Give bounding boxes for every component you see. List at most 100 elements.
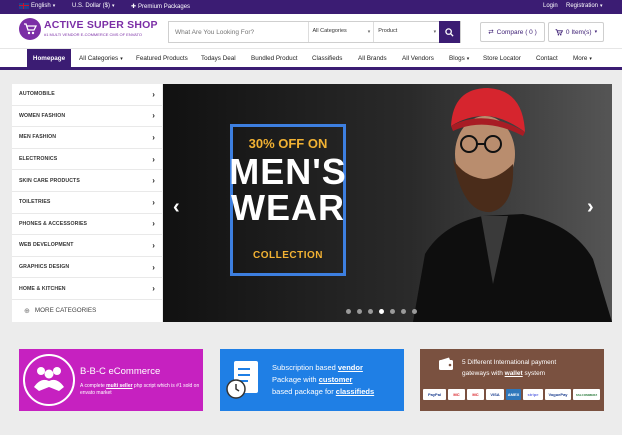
banner-subscription[interactable]: Subscription based vendor Package with c… <box>220 349 404 411</box>
nav-item-homepage[interactable]: Homepage <box>27 49 71 68</box>
nav-item-featured-products[interactable]: Featured Products <box>136 49 188 68</box>
nav-item-todays-deal[interactable]: Todays Deal <box>201 49 236 68</box>
type-select[interactable]: Product ▾ <box>373 22 439 42</box>
sidebar-item-label: SKIN CARE PRODUCTS <box>19 177 80 184</box>
sidebar-item-toiletries[interactable]: TOILETRIES › <box>12 192 162 214</box>
slider-prev-icon[interactable]: ‹ <box>173 196 180 219</box>
nav-label: Blogs <box>449 55 465 62</box>
nav-item-blogs[interactable]: Blogs ▾ <box>449 49 469 68</box>
currency-label: U.S. Dollar ($) <box>72 3 111 9</box>
more-categories-button[interactable]: ⊕ MORE CATEGORIES <box>12 300 162 322</box>
nav-item-all-brands[interactable]: All Brands <box>358 49 387 68</box>
amex-logo: AMEX <box>506 389 521 400</box>
plus-circle-icon: ⊕ <box>24 307 30 315</box>
text: system <box>522 370 546 377</box>
voguepay-logo: VoguePay <box>545 389 571 400</box>
nav-item-all-vendors[interactable]: All Vendors <box>402 49 434 68</box>
sidebar-item-home-kitchen[interactable]: HOME & KITCHEN › <box>12 278 162 300</box>
sidebar-item-web-development[interactable]: WEB DEVELOPMENT › <box>12 235 162 257</box>
chevron-down-icon: ▾ <box>367 29 371 35</box>
classifieds-link[interactable]: classifieds <box>336 387 374 396</box>
promo-offer: 30% OFF ON <box>248 136 328 151</box>
slider-dot[interactable] <box>346 309 351 314</box>
slider-dot[interactable] <box>412 309 417 314</box>
chevron-right-icon: › <box>152 197 155 207</box>
slider-dot-active[interactable] <box>379 309 384 314</box>
sslcommerz-logo: SSLCOMMERZ <box>573 389 600 400</box>
customer-link[interactable]: customer <box>319 375 353 384</box>
wallet-link[interactable]: wallet <box>505 370 523 377</box>
currency-selector[interactable]: U.S. Dollar ($) ▾ <box>72 3 115 9</box>
slider-dot[interactable] <box>401 309 406 314</box>
chevron-down-icon: ▾ <box>120 55 123 62</box>
sidebar-item-label: AUTOMOBILE <box>19 91 55 98</box>
nav-item-all-categories[interactable]: All Categories ▾ <box>79 49 123 68</box>
chevron-right-icon: › <box>152 89 155 99</box>
checklist-clock-icon <box>226 359 264 406</box>
chevron-right-icon: › <box>152 240 155 250</box>
sidebar-item-label: MEN FASHION <box>19 134 57 141</box>
chevron-down-icon: ▾ <box>112 3 115 9</box>
sidebar-item-men-fashion[interactable]: MEN FASHION › <box>12 127 162 149</box>
nav-item-store-locator[interactable]: Store Locator <box>483 49 521 68</box>
compare-button[interactable]: ⇄ Compare ( 0 ) <box>480 22 545 42</box>
nav-item-bundled-product[interactable]: Bundled Product <box>251 49 298 68</box>
text: based package for <box>272 387 336 396</box>
sidebar-item-phones[interactable]: PHONES & ACCESSORIES › <box>12 214 162 236</box>
banner-line: based package for classifieds <box>272 387 374 396</box>
nav-item-classifieds[interactable]: Classifieds <box>312 49 342 68</box>
banner-title: B-B-C eCommerce <box>80 366 161 377</box>
chevron-down-icon: ▾ <box>466 55 470 62</box>
slider-dot[interactable] <box>357 309 362 314</box>
language-selector[interactable]: English ▾ <box>19 3 55 9</box>
text: Package with <box>272 375 319 384</box>
promo-line-mens: MEN'S <box>229 151 347 192</box>
chevron-right-icon: › <box>152 262 155 272</box>
category-sidebar: AUTOMOBILE › WOMEN FASHION › MEN FASHION › … <box>12 84 162 322</box>
gift-icon: ✚ <box>131 4 137 10</box>
hero-slider[interactable]: 30% OFF ON MEN'S WEAR COLLECTION ‹ › <box>163 84 612 322</box>
nav-item-more[interactable]: More ▾ <box>573 49 592 68</box>
more-categories-label: MORE CATEGORIES <box>34 307 97 315</box>
category-select[interactable]: All Categories ▾ <box>307 22 374 42</box>
text: Subscription based <box>272 363 338 372</box>
banner-bbc-ecommerce[interactable]: B-B-C eCommerce A complete multi seller … <box>19 349 203 411</box>
cart-button[interactable]: 0 Item(s) ▾ <box>548 22 604 42</box>
promo-collection: COLLECTION <box>253 250 323 261</box>
visa-logo: VISA <box>486 389 504 400</box>
payment-logos: PayPal MC MC VISA AMEX stripe VoguePay S… <box>423 389 600 400</box>
shopping-cart-logo-icon[interactable] <box>19 18 41 40</box>
logo-title[interactable]: ACTIVE SUPER SHOP <box>44 19 158 31</box>
uk-flag-icon <box>19 3 29 9</box>
registration-link[interactable]: Registration ▾ <box>566 3 603 9</box>
text: A complete <box>80 383 107 389</box>
users-handshake-icon <box>23 354 75 406</box>
sidebar-item-label: HOME & KITCHEN <box>19 285 66 292</box>
sidebar-item-automobile[interactable]: AUTOMOBILE › <box>12 84 162 106</box>
chevron-down-icon: ▾ <box>594 29 598 35</box>
chevron-down-icon: ▾ <box>589 55 592 62</box>
search-input[interactable] <box>169 22 308 42</box>
premium-packages-link[interactable]: ✚ Premium Packages <box>131 3 191 11</box>
slider-next-icon[interactable]: › <box>587 196 594 219</box>
chevron-right-icon: › <box>152 219 155 229</box>
login-link[interactable]: Login <box>543 3 558 9</box>
sidebar-item-label: ELECTRONICS <box>19 156 58 163</box>
sidebar-item-women-fashion[interactable]: WOMEN FASHION › <box>12 106 162 128</box>
sidebar-item-graphics-design[interactable]: GRAPHICS DESIGN › <box>12 257 162 279</box>
type-select-value: Product <box>378 28 398 34</box>
sidebar-item-skin-care[interactable]: SKIN CARE PRODUCTS › <box>12 170 162 192</box>
vendor-link[interactable]: vendor <box>338 363 363 372</box>
stripe-logo: stripe <box>523 389 543 400</box>
multi-seller-link[interactable]: multi seller <box>106 383 132 389</box>
login-label: Login <box>543 3 558 9</box>
sidebar-item-electronics[interactable]: ELECTRONICS › <box>12 149 162 171</box>
premium-label: Premium Packages <box>138 3 191 10</box>
banner-payment-gateways[interactable]: 5 Different International payment gatewa… <box>420 349 604 411</box>
slider-dot[interactable] <box>368 309 373 314</box>
chevron-right-icon: › <box>152 111 155 121</box>
search-button[interactable] <box>439 21 460 43</box>
slider-dot[interactable] <box>390 309 395 314</box>
nav-item-contact[interactable]: Contact <box>536 49 558 68</box>
banner-line: gateways with wallet system <box>462 370 545 377</box>
